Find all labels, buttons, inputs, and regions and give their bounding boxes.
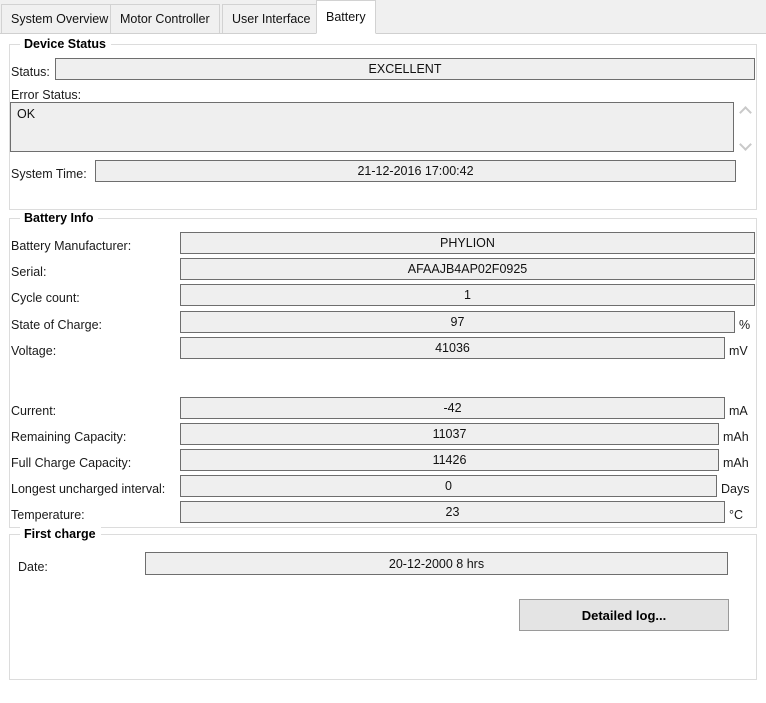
current-label: Current:	[11, 404, 57, 418]
serial-value-field: AFAAJB4AP02F0925	[180, 258, 755, 280]
tab-bar: System Overview Motor Controller User In…	[0, 0, 766, 34]
error-status-label: Error Status:	[11, 88, 82, 102]
error-status-scrollbar[interactable]	[737, 105, 754, 149]
remaining-capacity-unit: mAh	[723, 430, 749, 444]
battery-manufacturer-label: Battery Manufacturer:	[11, 239, 132, 253]
system-time-label: System Time:	[11, 167, 87, 181]
status-value-field: EXCELLENT	[55, 58, 755, 80]
voltage-unit: mV	[729, 344, 748, 358]
tab-label: Motor Controller	[120, 12, 210, 26]
full-charge-capacity-value-field: 11426	[180, 449, 719, 471]
battery-tab-panel: Device Status Status: EXCELLENT Error St…	[0, 34, 766, 703]
device-status-group-title: Device Status	[20, 37, 111, 51]
longest-uncharged-interval-unit: Days	[721, 482, 750, 496]
serial-label: Serial:	[11, 265, 47, 279]
temperature-unit: °C	[729, 508, 744, 522]
temperature-label: Temperature:	[11, 508, 85, 522]
tab-label: System Overview	[11, 12, 109, 26]
tab-label: User Interface	[232, 12, 311, 26]
voltage-label: Voltage:	[11, 344, 57, 358]
battery-info-group-title: Battery Info	[20, 211, 99, 225]
state-of-charge-label: State of Charge:	[11, 318, 103, 332]
voltage-value-field: 41036	[180, 337, 725, 359]
tab-label: Battery	[326, 10, 366, 24]
error-status-textarea[interactable]: OK	[10, 102, 734, 152]
scroll-up-arrow-icon[interactable]	[739, 105, 752, 114]
longest-uncharged-interval-value-field: 0	[180, 475, 717, 497]
status-label: Status:	[11, 65, 50, 79]
remaining-capacity-label: Remaining Capacity:	[11, 430, 127, 444]
current-value-field: -42	[180, 397, 725, 419]
tab-system-overview[interactable]: System Overview	[1, 4, 119, 33]
tab-motor-controller[interactable]: Motor Controller	[110, 4, 220, 33]
first-charge-group-title: First charge	[20, 527, 101, 541]
tab-user-interface[interactable]: User Interface	[222, 4, 321, 33]
tab-battery[interactable]: Battery	[316, 0, 376, 34]
first-charge-date-value-field: 20-12-2000 8 hrs	[145, 552, 728, 575]
current-unit: mA	[729, 404, 748, 418]
remaining-capacity-value-field: 11037	[180, 423, 719, 445]
state-of-charge-value-field: 97	[180, 311, 735, 333]
full-charge-capacity-label: Full Charge Capacity:	[11, 456, 132, 470]
longest-uncharged-interval-label: Longest uncharged interval:	[11, 482, 166, 496]
full-charge-capacity-unit: mAh	[723, 456, 749, 470]
temperature-value-field: 23	[180, 501, 725, 523]
cycle-count-value-field: 1	[180, 284, 755, 306]
state-of-charge-unit: %	[739, 318, 751, 332]
first-charge-date-label: Date:	[18, 560, 48, 574]
system-time-value-field: 21-12-2016 17:00:42	[95, 160, 736, 182]
battery-manufacturer-value-field: PHYLION	[180, 232, 755, 254]
cycle-count-label: Cycle count:	[11, 291, 80, 305]
detailed-log-button[interactable]: Detailed log...	[519, 599, 729, 631]
scroll-down-arrow-icon[interactable]	[739, 140, 752, 149]
